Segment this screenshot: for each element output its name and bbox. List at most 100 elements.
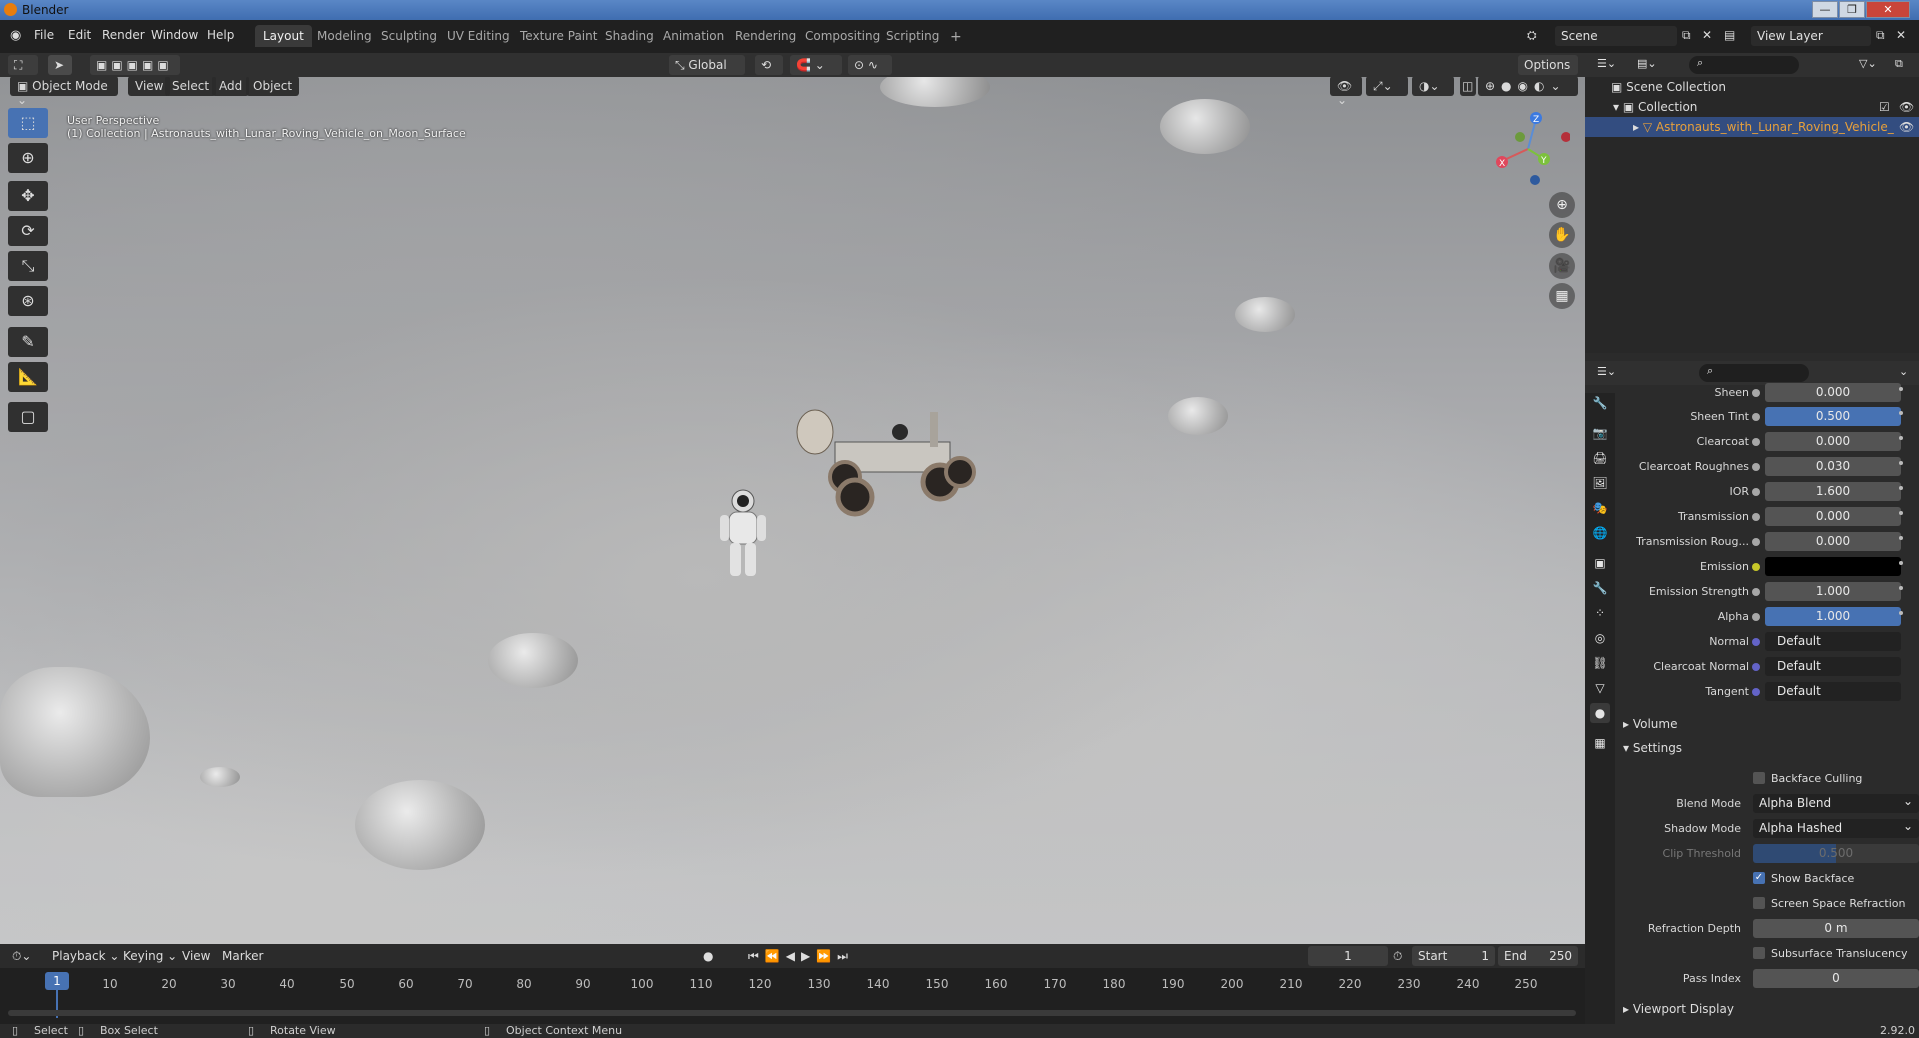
alpha-field[interactable]: 1.000 — [1765, 607, 1901, 626]
menu-timeline-view[interactable]: View — [182, 949, 210, 963]
delete-view-layer-icon[interactable]: ✕ — [1896, 28, 1906, 42]
world-tab-icon[interactable]: 🌐 — [1590, 523, 1610, 543]
exclude-checkbox[interactable]: ☑ — [1879, 97, 1890, 117]
new-scene-icon[interactable]: ⧉ — [1682, 28, 1691, 43]
scale-tool-icon[interactable]: ⤡ — [8, 251, 48, 281]
outliner-panel[interactable]: ☰⌄ ▤⌄ ⌕ ▽⌄ ⧉ ▣ Scene Collection ▾ ▣ Coll… — [1585, 53, 1919, 353]
display-mode-icon[interactable]: ▤⌄ — [1637, 57, 1657, 70]
texture-tab-icon[interactable]: ▦ — [1590, 733, 1610, 753]
close-button[interactable]: ✕ — [1866, 1, 1910, 18]
timeline-scrollbar[interactable] — [8, 1010, 1576, 1016]
socket-icon[interactable] — [1752, 513, 1760, 521]
transmission-field[interactable]: 0.000 — [1765, 507, 1901, 526]
material-tab-icon[interactable]: ● — [1590, 703, 1610, 723]
emission-color-swatch[interactable] — [1765, 557, 1901, 576]
transform-tool-icon[interactable]: ⊛ — [8, 286, 48, 316]
shadow-mode-dropdown[interactable]: Alpha Hashed — [1753, 817, 1919, 838]
ior-field[interactable]: 1.600 — [1765, 482, 1901, 501]
viewport-display-section-header[interactable]: ▸ Viewport Display — [1615, 998, 1919, 1020]
keyframe-dot-icon[interactable] — [1899, 387, 1903, 391]
menu-marker[interactable]: Marker — [222, 949, 263, 963]
zoom-view-icon[interactable]: ⊕ — [1549, 192, 1575, 218]
properties-panel[interactable]: ☰⌄ ⌕ ⌄ 🔧 📷 🖨 🖼 🎭 🌐 ▣ 🔧 ⁘ ◎ ⛓ ▽ ● ▦ Sheen… — [1585, 353, 1919, 1024]
keyframe-dot-icon[interactable] — [1899, 511, 1903, 515]
camera-view-icon[interactable]: 🎥 — [1549, 253, 1575, 279]
socket-icon[interactable] — [1752, 413, 1760, 421]
properties-search-input[interactable]: ⌕ — [1699, 364, 1809, 382]
menu-help[interactable]: Help — [207, 28, 234, 42]
visibility-eye-icon[interactable]: 👁 — [1899, 97, 1914, 117]
keyframe-dot-icon[interactable] — [1899, 461, 1903, 465]
lunar-rover[interactable] — [795, 407, 985, 517]
editor-type-icon[interactable]: ⛶ — [8, 55, 38, 75]
end-frame-field[interactable]: End 250 — [1498, 946, 1578, 966]
ortho-toggle-icon[interactable]: ▦ — [1549, 283, 1575, 309]
keyframe-dot-icon[interactable] — [1899, 561, 1903, 565]
select-mode-icons[interactable]: ▣▣▣▣▣ — [90, 55, 180, 75]
new-view-layer-icon[interactable]: ⧉ — [1876, 28, 1885, 43]
gizmo-neg-z-handle[interactable] — [1530, 175, 1540, 185]
sheen-tint-field[interactable]: 0.500 — [1765, 407, 1901, 426]
socket-icon[interactable] — [1752, 389, 1760, 397]
object-row[interactable]: ▸ ▽ Astronauts_with_Lunar_Roving_Vehicle… — [1585, 117, 1919, 137]
menu-keying[interactable]: Keying ⌄ — [123, 949, 177, 963]
pan-view-icon[interactable]: ✋ — [1549, 222, 1575, 248]
overlays-toggle-icon[interactable]: ◑⌄ — [1412, 77, 1454, 96]
auto-keying-icon[interactable]: ● — [703, 949, 713, 963]
scene-tab-icon[interactable]: 🎭 — [1590, 498, 1610, 518]
tangent-field[interactable]: Default — [1765, 682, 1901, 701]
view-layer-selector-icon[interactable]: ▤ — [1724, 28, 1735, 42]
menu-object[interactable]: Object — [246, 77, 300, 96]
snap-icon[interactable]: 🧲 ⌄ — [790, 55, 842, 75]
object-tab-icon[interactable]: ▣ — [1590, 553, 1610, 573]
blender-menu-icon[interactable]: ◉ — [10, 28, 21, 43]
scene-name-field[interactable]: Scene — [1555, 26, 1677, 46]
keyframe-dot-icon[interactable] — [1899, 611, 1903, 615]
tab-compositing[interactable]: Compositing — [797, 25, 888, 47]
minimize-button[interactable]: — — [1812, 1, 1838, 18]
show-backface-checkbox[interactable]: ✓ — [1753, 872, 1765, 884]
render-tab-icon[interactable]: 📷 — [1590, 423, 1610, 443]
keyframe-dot-icon[interactable] — [1899, 486, 1903, 490]
tab-modeling[interactable]: Modeling — [309, 25, 380, 47]
clearcoat-roughness-field[interactable]: 0.030 — [1765, 457, 1901, 476]
properties-editor-type-icon[interactable]: ☰⌄ — [1597, 365, 1616, 378]
vector-socket-icon[interactable] — [1752, 688, 1760, 696]
view-layer-tab-icon[interactable]: 🖼 — [1590, 473, 1610, 493]
sss-translucency-checkbox[interactable] — [1753, 947, 1765, 959]
sheen-field[interactable]: 0.000 — [1765, 383, 1901, 402]
delete-scene-icon[interactable]: ✕ — [1702, 28, 1712, 42]
visibility-dropdown-icon[interactable]: 👁⌄ — [1330, 77, 1362, 107]
mode-dropdown[interactable]: ▣ Object Mode ⌄ — [10, 77, 118, 107]
backface-culling-checkbox[interactable] — [1753, 772, 1765, 784]
menu-add[interactable]: Add — [212, 77, 250, 96]
timeline-editor[interactable]: ⏱⌄ Playback ⌄ Keying ⌄ View Marker ● ⏮⏪◀… — [0, 944, 1585, 1024]
clip-threshold-field[interactable]: 0.500 — [1753, 844, 1919, 863]
move-tool-icon[interactable]: ✥ — [8, 181, 48, 211]
vector-socket-icon[interactable] — [1752, 663, 1760, 671]
refraction-depth-field[interactable]: 0 m — [1753, 919, 1919, 938]
tab-texture-paint[interactable]: Texture Paint — [512, 25, 605, 47]
data-tab-icon[interactable]: ▽ — [1590, 678, 1610, 698]
tab-uv-editing[interactable]: UV Editing — [439, 25, 518, 47]
clearcoat-field[interactable]: 0.000 — [1765, 432, 1901, 451]
pivot-point-icon[interactable]: ⟲ — [755, 55, 783, 75]
socket-icon[interactable] — [1752, 463, 1760, 471]
normal-field[interactable]: Default — [1765, 632, 1901, 651]
menu-playback[interactable]: Playback ⌄ — [52, 949, 119, 963]
cursor-tool-icon[interactable]: ⊕ — [8, 143, 48, 173]
astronaut[interactable] — [715, 487, 770, 582]
expand-arrow-icon[interactable]: ▸ — [1633, 120, 1639, 134]
pass-index-field[interactable]: 0 — [1753, 969, 1919, 988]
output-tab-icon[interactable]: 🖨 — [1590, 448, 1610, 468]
emission-strength-field[interactable]: 1.000 — [1765, 582, 1901, 601]
tab-layout[interactable]: Layout — [255, 25, 312, 47]
xray-toggle-icon[interactable]: ◫ — [1460, 77, 1476, 96]
properties-options-icon[interactable]: ⌄ — [1899, 365, 1908, 378]
options-dropdown[interactable]: Options ⌄ — [1518, 55, 1578, 86]
rotate-tool-icon[interactable]: ⟳ — [8, 216, 48, 246]
tab-rendering[interactable]: Rendering — [727, 25, 804, 47]
particles-tab-icon[interactable]: ⁘ — [1590, 603, 1610, 623]
visibility-eye-icon[interactable]: 👁 — [1899, 117, 1914, 137]
modifier-tab-icon[interactable]: 🔧 — [1590, 578, 1610, 598]
